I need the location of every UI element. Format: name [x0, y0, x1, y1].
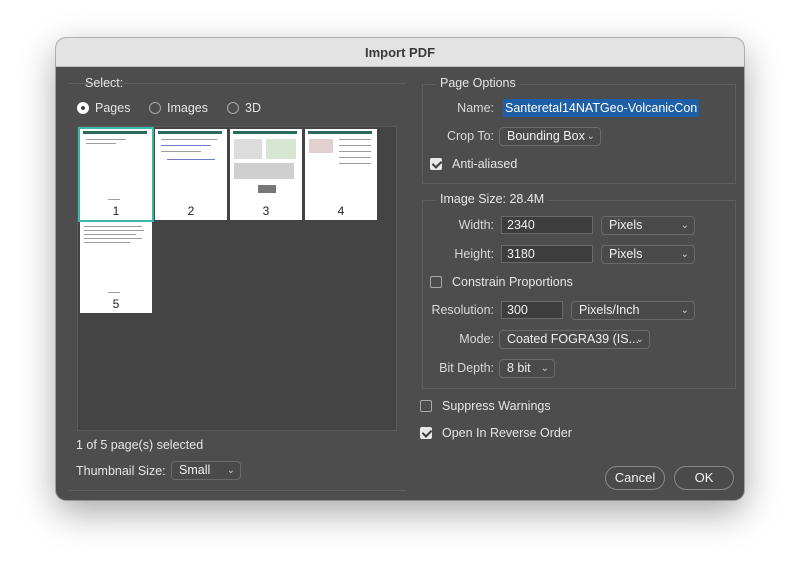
page-thumbnail[interactable]: 5	[80, 222, 152, 313]
chevron-down-icon: ⌄	[586, 131, 595, 142]
thumbnail-text-line	[86, 143, 116, 144]
radio-pages-indicator[interactable]	[77, 102, 89, 114]
radio-3d[interactable]: 3D	[227, 101, 261, 115]
thumbnail-figure	[309, 139, 333, 153]
chevron-down-icon: ⌄	[680, 249, 689, 260]
thumbnail-text-line	[108, 292, 120, 293]
anti-aliased-label: Anti-aliased	[452, 157, 518, 171]
thumbnail-text-line	[84, 242, 130, 243]
height-label: Height:	[454, 247, 494, 261]
thumbnail-text-line	[84, 238, 142, 239]
radio-images[interactable]: Images	[149, 101, 208, 115]
thumbnail-text-line	[86, 139, 126, 140]
thumbnail-text-line	[167, 159, 215, 160]
pages-selected-status: 1 of 5 page(s) selected	[76, 438, 204, 452]
name-label: Name:	[457, 101, 494, 115]
reverse-order-label: Open In Reverse Order	[442, 426, 572, 440]
anti-aliased-checkbox[interactable]	[430, 158, 442, 170]
thumbnail-header-bar	[233, 131, 297, 134]
resolution-label: Resolution:	[431, 303, 494, 317]
radio-pages-label: Pages	[95, 101, 131, 115]
thumbnail-text-line	[339, 163, 371, 164]
page-thumbnails-grid[interactable]: 1 2 3 4 5	[77, 126, 397, 431]
constrain-proportions-label: Constrain Proportions	[452, 275, 573, 289]
thumbnail-header-bar	[83, 131, 147, 134]
cancel-button[interactable]: Cancel	[605, 466, 665, 490]
thumbnail-text-line	[339, 151, 371, 152]
mode-select[interactable]: Coated FOGRA39 (IS... ⌄	[499, 330, 650, 349]
radio-3d-indicator[interactable]	[227, 102, 239, 114]
mode-value: Coated FOGRA39 (IS...	[507, 332, 639, 346]
width-input[interactable]: 2340	[501, 216, 593, 234]
ok-button[interactable]: OK	[674, 466, 734, 490]
mode-label: Mode:	[459, 332, 494, 346]
width-unit-value: Pixels	[609, 218, 643, 232]
chevron-down-icon: ⌄	[680, 220, 689, 231]
height-unit-select[interactable]: Pixels ⌄	[601, 245, 695, 264]
page-number: 4	[337, 204, 345, 218]
thumbnail-figure	[266, 139, 296, 159]
page-number: 3	[262, 204, 270, 218]
import-pdf-dialog: Import PDF Select: Pages Images 3D 1 2 3…	[56, 38, 744, 500]
resolution-unit-value: Pixels/Inch	[579, 303, 640, 317]
dialog-title: Import PDF	[56, 38, 744, 67]
page-number: 5	[112, 297, 120, 311]
thumbnail-text-line	[108, 199, 120, 200]
page-number: 2	[187, 204, 195, 218]
thumbnail-figure	[234, 163, 294, 179]
bit-depth-select[interactable]: 8 bit ⌄	[499, 359, 555, 378]
name-input[interactable]: Santeretal14NATGeo-VolcanicCon	[503, 99, 700, 117]
width-label: Width:	[458, 218, 494, 232]
radio-pages[interactable]: Pages	[77, 101, 130, 115]
page-options-label: Page Options	[436, 76, 520, 90]
page-number: 1	[112, 204, 120, 218]
thumbnail-figure	[258, 185, 276, 193]
select-group-bottom-border	[68, 490, 406, 491]
thumbnail-size-value: Small	[179, 463, 211, 477]
bit-depth-value: 8 bit	[507, 361, 531, 375]
thumbnail-figure	[234, 139, 262, 159]
chevron-down-icon: ⌄	[635, 334, 644, 345]
page-thumbnail[interactable]: 4	[305, 129, 377, 220]
crop-to-label: Crop To:	[446, 129, 494, 143]
resolution-input[interactable]: 300	[501, 301, 563, 319]
thumbnail-size-label: Thumbnail Size:	[76, 464, 166, 478]
reverse-order-checkbox[interactable]	[420, 427, 432, 439]
radio-images-indicator[interactable]	[149, 102, 161, 114]
thumbnail-text-line	[84, 226, 142, 227]
bit-depth-label: Bit Depth:	[439, 361, 494, 375]
thumbnail-text-line	[161, 139, 217, 140]
thumbnail-text-line	[84, 234, 136, 235]
crop-to-value: Bounding Box	[507, 129, 585, 143]
thumbnail-text-line	[84, 230, 144, 231]
chevron-down-icon: ⌄	[680, 305, 689, 316]
thumbnail-text-line	[339, 145, 371, 146]
radio-images-label: Images	[167, 101, 208, 115]
thumbnail-text-line	[339, 139, 371, 140]
width-unit-select[interactable]: Pixels ⌄	[601, 216, 695, 235]
thumbnail-text-line	[339, 157, 371, 158]
thumbnail-text-line	[161, 145, 211, 146]
image-size-label: Image Size: 28.4M	[436, 192, 549, 206]
height-unit-value: Pixels	[609, 247, 643, 261]
constrain-proportions-checkbox[interactable]	[430, 276, 442, 288]
height-input[interactable]: 3180	[501, 245, 593, 263]
thumbnail-size-select[interactable]: Small ⌄	[171, 461, 241, 480]
select-group-label: Select:	[85, 76, 124, 90]
resolution-unit-select[interactable]: Pixels/Inch ⌄	[571, 301, 695, 320]
chevron-down-icon: ⌄	[226, 465, 235, 476]
thumbnail-header-bar	[158, 131, 222, 134]
suppress-warnings-checkbox[interactable]	[420, 400, 432, 412]
crop-to-select[interactable]: Bounding Box ⌄	[499, 127, 601, 146]
suppress-warnings-label: Suppress Warnings	[442, 399, 551, 413]
thumbnail-header-bar	[308, 131, 372, 134]
page-thumbnail[interactable]: 2	[155, 129, 227, 220]
chevron-down-icon: ⌄	[540, 363, 549, 374]
thumbnail-text-line	[161, 151, 201, 152]
radio-3d-label: 3D	[245, 101, 261, 115]
page-thumbnail[interactable]: 1	[78, 127, 154, 222]
page-thumbnail[interactable]: 3	[230, 129, 302, 220]
